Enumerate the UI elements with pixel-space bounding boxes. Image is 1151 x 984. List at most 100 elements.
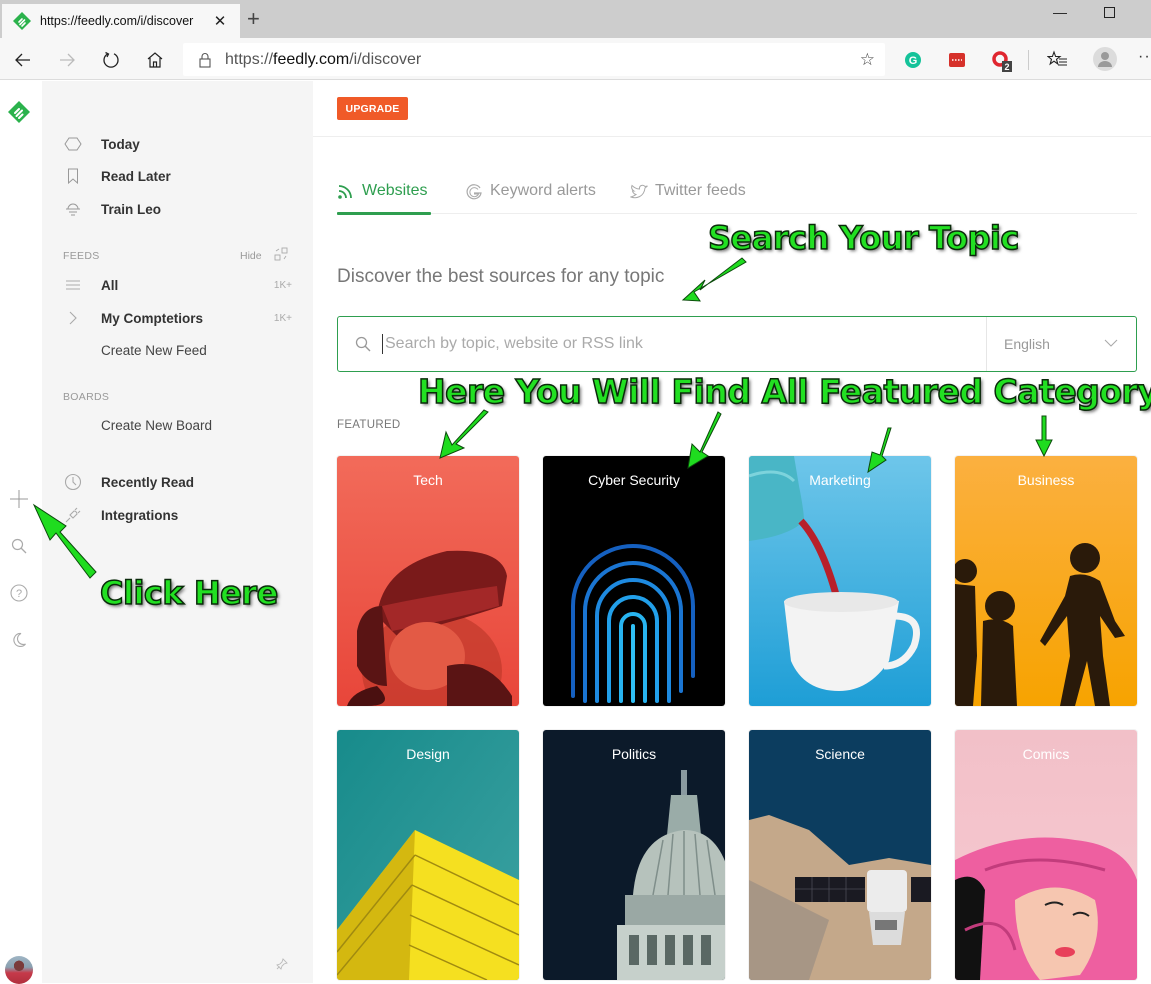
science-satellite-image	[749, 730, 931, 980]
forward-icon[interactable]	[53, 46, 81, 74]
category-card-marketing[interactable]: Marketing	[749, 456, 931, 706]
language-value: English	[1004, 336, 1050, 352]
feed-my-competitors[interactable]: My Comptetiors 1K+	[64, 305, 294, 331]
user-avatar[interactable]	[5, 956, 33, 984]
tab-websites-label: Websites	[362, 182, 428, 199]
night-mode-moon-icon[interactable]	[6, 627, 32, 653]
search-box: English	[337, 316, 1137, 372]
organize-feeds-icon[interactable]	[274, 247, 288, 261]
profile-avatar-icon[interactable]	[1092, 46, 1118, 72]
feedly-favicon-icon	[13, 12, 31, 30]
search-input[interactable]	[382, 334, 986, 354]
hide-feeds-link[interactable]: Hide	[240, 250, 262, 262]
leo-icon	[64, 200, 82, 218]
today-icon	[64, 135, 82, 153]
search-icon	[355, 336, 371, 352]
minimize-icon[interactable]: —	[1037, 0, 1083, 24]
tech-vr-image	[337, 456, 519, 706]
category-card-business[interactable]: Business	[955, 456, 1137, 706]
category-title: Tech	[413, 472, 443, 488]
main-content: UPGRADE Websites Keyword alerts Twitter …	[313, 81, 1151, 983]
plug-icon	[64, 506, 82, 524]
more-options-icon[interactable]: ··	[1138, 48, 1151, 70]
search-icon[interactable]	[6, 533, 32, 559]
tab-twitter-feeds-label: Twitter feeds	[655, 182, 746, 199]
close-tab-icon[interactable]: ✕	[208, 12, 232, 30]
lock-icon	[199, 52, 211, 68]
pin-sidebar-icon[interactable]	[271, 953, 293, 975]
maximize-icon[interactable]	[1086, 0, 1132, 24]
add-content-icon[interactable]	[6, 486, 32, 512]
clock-icon	[64, 473, 82, 491]
new-tab-icon[interactable]: +	[247, 8, 260, 30]
chevron-right-icon[interactable]	[64, 309, 82, 327]
google-icon	[465, 182, 484, 201]
category-card-cyber-security[interactable]: Cyber Security	[543, 456, 725, 706]
category-title: Marketing	[809, 472, 871, 488]
nav-read-later[interactable]: Read Later	[64, 163, 294, 189]
tab-title: https://feedly.com/i/discover	[40, 14, 194, 28]
feed-my-competitors-label: My Comptetiors	[101, 310, 204, 326]
browser-tab-strip: https://feedly.com/i/discover ✕ + —	[0, 0, 1151, 38]
grammarly-extension-icon[interactable]: G	[902, 49, 924, 71]
design-building-image	[337, 730, 519, 980]
nav-train-leo[interactable]: Train Leo	[64, 196, 294, 222]
feed-all-label: All	[101, 277, 119, 293]
feedly-logo-icon[interactable]	[7, 100, 31, 124]
help-icon[interactable]: ?	[6, 580, 32, 606]
bookmark-icon	[64, 167, 82, 185]
back-icon[interactable]	[9, 46, 37, 74]
rss-icon	[337, 182, 356, 201]
comics-popart-image	[955, 730, 1137, 980]
url-text: https://feedly.com/i/discover	[225, 50, 422, 68]
favorites-list-icon[interactable]	[1046, 49, 1069, 71]
tab-websites[interactable]: Websites	[337, 172, 431, 215]
feeds-sidebar: Today Read Later Train Leo FEEDS Hide Al…	[42, 81, 313, 983]
svg-text:G: G	[909, 55, 918, 67]
nav-read-later-label: Read Later	[101, 168, 171, 184]
home-icon[interactable]	[141, 46, 169, 74]
category-card-politics[interactable]: Politics	[543, 730, 725, 980]
feed-all[interactable]: All 1K+	[64, 272, 294, 298]
category-card-design[interactable]: Design	[337, 730, 519, 980]
toolbar-divider	[1028, 50, 1029, 70]
nav-integrations-label: Integrations	[101, 507, 179, 523]
category-title: Design	[406, 746, 450, 762]
category-card-comics[interactable]: Comics	[955, 730, 1137, 980]
tab-keyword-alerts[interactable]: Keyword alerts	[465, 172, 596, 214]
language-select[interactable]: English	[986, 317, 1136, 371]
create-new-board-label: Create New Board	[101, 417, 213, 433]
chevron-down-icon	[1104, 339, 1118, 347]
nav-recently-read[interactable]: Recently Read	[64, 469, 294, 495]
category-title: Science	[815, 746, 865, 762]
boards-heading: BOARDS	[63, 391, 110, 403]
tab-twitter-feeds[interactable]: Twitter feeds	[630, 172, 746, 214]
category-card-tech[interactable]: Tech	[337, 456, 519, 706]
opera-extension-icon[interactable]: 2	[990, 49, 1012, 72]
category-card-science[interactable]: Science	[749, 730, 931, 980]
create-new-feed[interactable]: Create New Feed	[64, 337, 294, 363]
nav-train-leo-label: Train Leo	[101, 201, 162, 217]
nav-integrations[interactable]: Integrations	[64, 502, 294, 528]
category-title: Comics	[1022, 746, 1070, 762]
create-new-board[interactable]: Create New Board	[64, 412, 294, 438]
svg-text:?: ?	[16, 588, 22, 600]
address-bar[interactable]: https://feedly.com/i/discover ☆	[183, 43, 885, 76]
feeds-heading: FEEDS	[63, 250, 100, 262]
featured-heading: FEATURED	[337, 419, 401, 431]
red-extension-icon[interactable]	[946, 49, 968, 71]
browser-tab[interactable]: https://feedly.com/i/discover ✕	[2, 4, 240, 38]
favorite-star-icon[interactable]: ☆	[860, 50, 875, 70]
left-rail: ?	[0, 81, 42, 984]
upgrade-button[interactable]: UPGRADE	[337, 97, 408, 120]
category-title: Cyber Security	[588, 472, 680, 488]
refresh-icon[interactable]	[97, 46, 125, 74]
category-title: Business	[1017, 472, 1075, 488]
twitter-icon	[630, 182, 649, 201]
tab-keyword-alerts-label: Keyword alerts	[490, 182, 596, 199]
cyber-security-fingerprint-image	[543, 456, 725, 706]
nav-today[interactable]: Today	[64, 131, 294, 157]
top-bar: UPGRADE	[313, 81, 1151, 137]
